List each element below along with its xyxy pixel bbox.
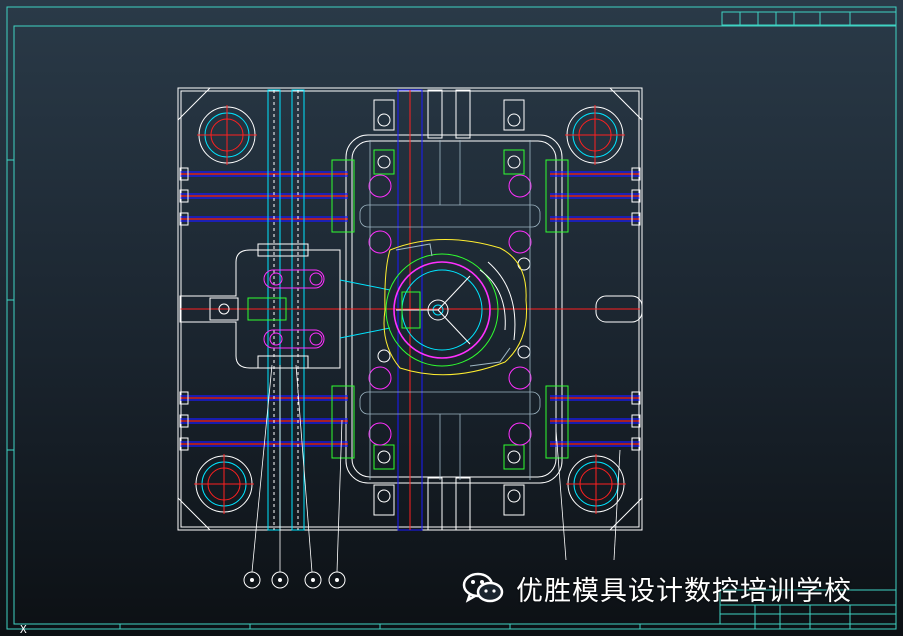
left-slider[interactable] xyxy=(179,243,391,369)
watermark-text: 优胜模具设计数控培训学校 xyxy=(516,575,852,607)
guide-pillar-top-left[interactable] xyxy=(197,105,257,165)
cad-drawing-canvas[interactable] xyxy=(0,0,903,636)
guide-pillar-bottom-left[interactable] xyxy=(194,454,254,514)
wechat-icon xyxy=(462,572,504,603)
callout-balloons[interactable] xyxy=(243,571,346,589)
guide-pillar-top-right[interactable] xyxy=(565,105,625,165)
insert-outlines xyxy=(359,140,541,480)
drawing-frame xyxy=(6,6,897,630)
right-slider[interactable] xyxy=(560,295,643,323)
lifter-blocks[interactable] xyxy=(331,99,569,516)
watermark: 优胜模具设计数控培训学校 xyxy=(462,568,852,608)
center-part[interactable] xyxy=(383,238,528,376)
ucs-axis-label: X xyxy=(20,623,27,636)
border-ticks xyxy=(7,159,641,629)
